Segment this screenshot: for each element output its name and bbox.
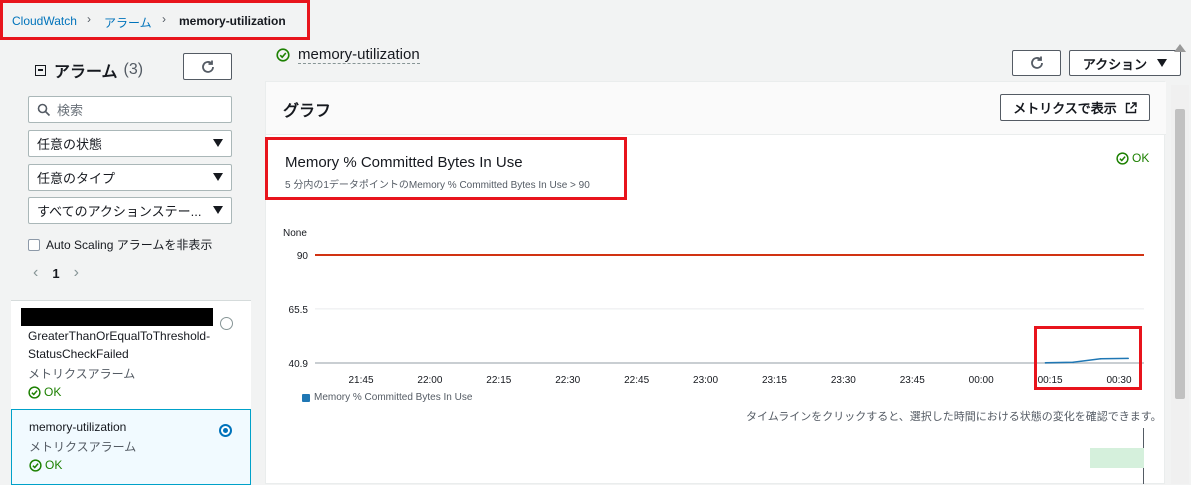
x-tick-label: 22:30 [555, 375, 580, 386]
x-tick-label: 22:45 [624, 375, 649, 386]
x-tick-label: 23:30 [831, 375, 856, 386]
y-tick-label: 90 [297, 251, 309, 262]
legend-label: Memory % Committed Bytes In Use [314, 392, 473, 403]
y-tick-label: 65.5 [289, 305, 309, 316]
highlight-box [1034, 326, 1142, 390]
x-tick-label: 22:15 [486, 375, 511, 386]
x-tick-label: 23:00 [693, 375, 718, 386]
chart-legend[interactable]: Memory % Committed Bytes In Use [302, 392, 472, 403]
legend-swatch [302, 393, 310, 402]
x-tick-label: 23:15 [762, 375, 787, 386]
scrollbar-thumb[interactable] [1175, 109, 1185, 399]
x-tick-label: 22:00 [417, 375, 442, 386]
scrollbar[interactable] [1171, 85, 1189, 484]
x-tick-label: 00:00 [969, 375, 994, 386]
y-tick-label: 40.9 [289, 359, 309, 370]
x-tick-label: 23:45 [900, 375, 925, 386]
x-tick-label: 21:45 [348, 375, 373, 386]
timeline-state-bar[interactable] [1090, 448, 1144, 468]
y-axis-label: None [283, 228, 307, 239]
timeline-note: タイムラインをクリックすると、選択した時間における状態の変化を確認できます。 [746, 411, 1162, 423]
